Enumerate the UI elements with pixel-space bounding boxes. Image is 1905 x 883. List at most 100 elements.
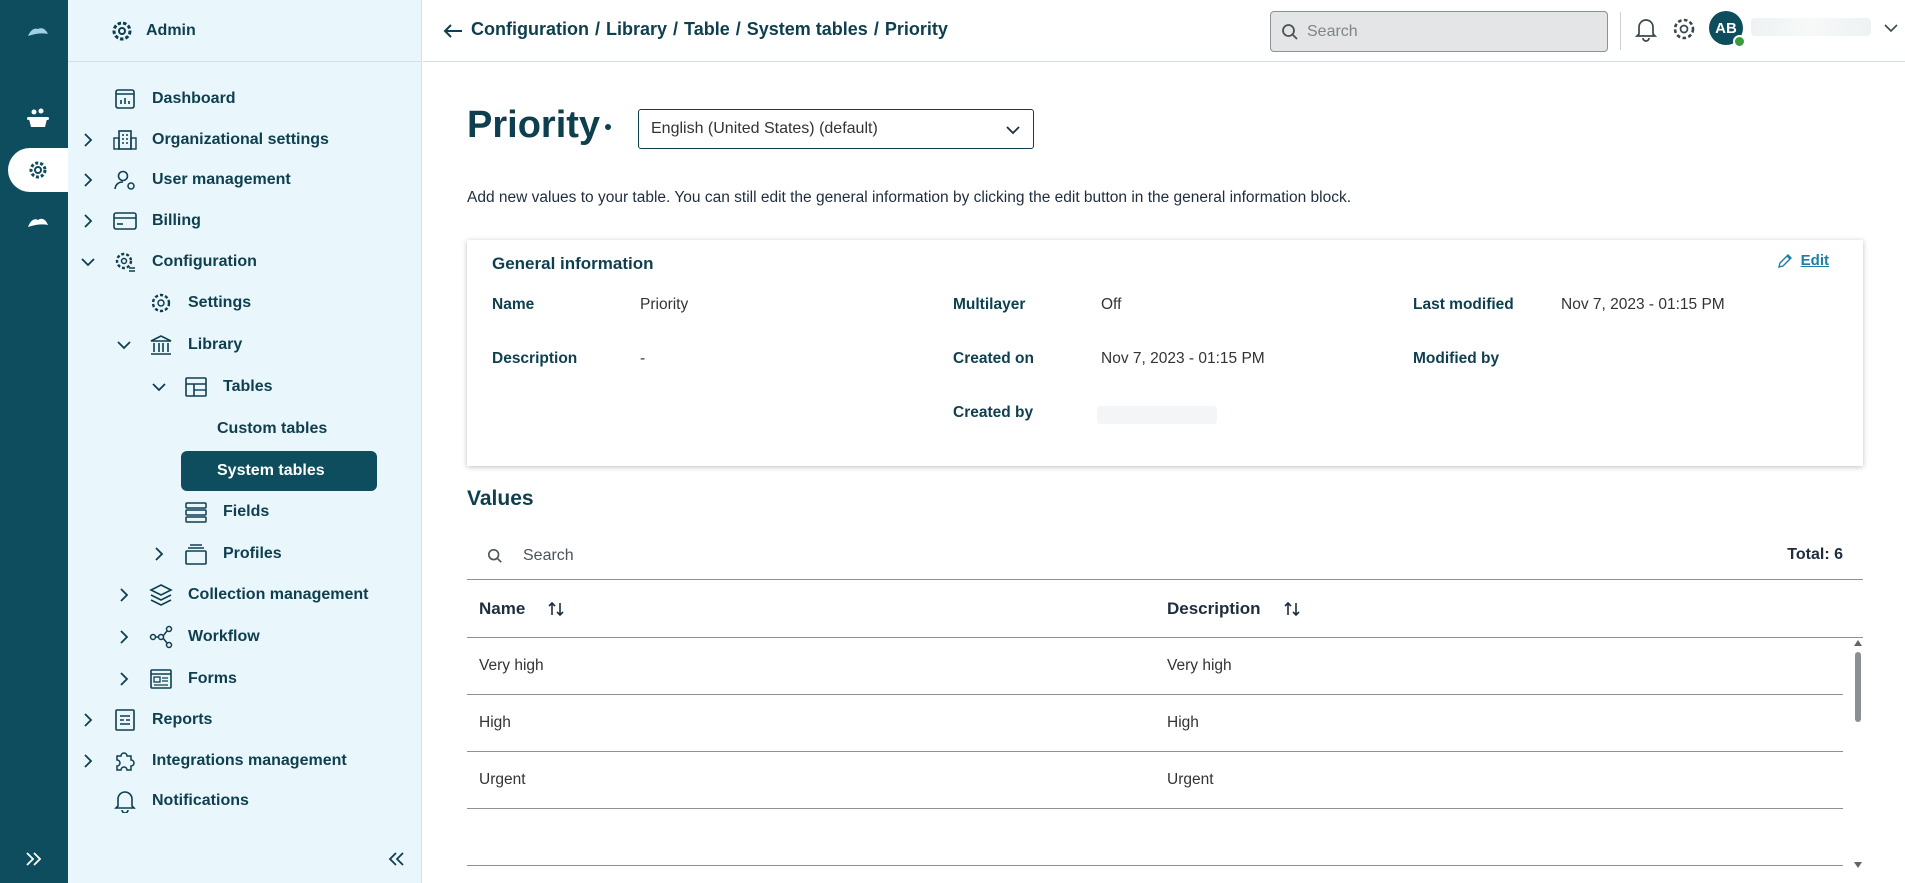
table-row[interactable]: High High [467, 695, 1843, 752]
reports-icon [112, 707, 138, 733]
modified-by-label: Modified by [1413, 350, 1500, 367]
global-search[interactable] [1270, 11, 1608, 52]
scroll-up-icon[interactable] [1854, 640, 1862, 646]
sidebar-item-workflow[interactable]: Workflow [114, 618, 260, 656]
sidebar-item-forms[interactable]: Forms [114, 660, 237, 698]
gear-icon [148, 290, 174, 316]
chevron-right-icon[interactable] [114, 627, 134, 647]
values-title: Values [467, 487, 534, 510]
values-table-body: Very high Very high High High Urgent Urg… [467, 638, 1843, 870]
sidebar-item-settings[interactable]: Settings [148, 284, 251, 322]
sidebar-title: Admin [146, 21, 196, 39]
name-value: Priority [640, 296, 689, 313]
breadcrumb-table[interactable]: Table [684, 19, 730, 40]
sidebar-item-library[interactable]: Library [114, 326, 242, 364]
settings-gear-icon[interactable] [1669, 14, 1699, 44]
table-row[interactable]: Very high Very high [467, 638, 1843, 695]
breadcrumb-library[interactable]: Library [606, 19, 667, 40]
cloud-icon[interactable] [8, 200, 68, 244]
chevron-right-icon[interactable] [78, 211, 98, 231]
row-name: Urgent [479, 771, 526, 788]
table-scrollbar[interactable] [1853, 638, 1863, 870]
app-rail [0, 0, 68, 883]
chevron-right-icon[interactable] [78, 130, 98, 150]
collapse-sidebar-icon[interactable] [385, 847, 409, 871]
library-icon [148, 332, 174, 358]
admin-gear-rail-icon[interactable] [8, 148, 68, 192]
sidebar-item-organizational-settings[interactable]: Organizational settings [78, 121, 329, 159]
notifications-bell-icon[interactable] [1631, 14, 1661, 44]
table-row[interactable]: Urgent Urgent [467, 752, 1843, 809]
values-search-input[interactable] [523, 546, 1123, 565]
avatar[interactable]: AB [1709, 11, 1746, 48]
divider [1620, 12, 1621, 50]
sidebar-item-fields[interactable]: Fields [183, 493, 269, 531]
sort-icon[interactable] [1281, 598, 1303, 620]
hands-icon[interactable] [8, 96, 68, 140]
table-row[interactable] [467, 809, 1843, 866]
row-description: Very high [1167, 657, 1232, 674]
multilayer-label: Multilayer [953, 296, 1026, 313]
language-select[interactable]: English (United States) (default) [638, 109, 1034, 149]
last-modified-label: Last modified [1413, 296, 1514, 313]
chevron-right-icon[interactable] [114, 669, 134, 689]
chevron-down-icon[interactable] [114, 335, 134, 355]
chevron-right-icon[interactable] [149, 544, 169, 564]
logo-icon[interactable] [8, 10, 68, 54]
sidebar-item-tables[interactable]: Tables [149, 368, 273, 406]
chevron-down-icon[interactable] [1881, 18, 1901, 38]
sidebar-item-dashboard[interactable]: Dashboard [78, 80, 236, 118]
column-description-header[interactable]: Description [1167, 598, 1303, 620]
layers-icon [148, 582, 174, 608]
language-select-value: English (United States) (default) [651, 120, 878, 137]
multilayer-value: Off [1101, 296, 1122, 313]
breadcrumb-configuration[interactable]: Configuration [471, 19, 589, 40]
workflow-icon [148, 624, 174, 650]
sidebar-item-configuration[interactable]: Configuration [78, 243, 257, 281]
sidebar-item-profiles[interactable]: Profiles [149, 535, 282, 573]
intro-text: Add new values to your table. You can st… [467, 189, 1352, 206]
created-by-label: Created by [953, 404, 1034, 421]
chevron-right-icon[interactable] [114, 585, 134, 605]
scroll-down-icon[interactable] [1854, 862, 1862, 868]
sidebar-item-integrations-management[interactable]: Integrations management [78, 742, 347, 780]
row-description: High [1167, 714, 1199, 731]
back-arrow-icon[interactable] [441, 19, 465, 43]
global-search-input[interactable] [1307, 22, 1587, 41]
sidebar-item-user-management[interactable]: User management [78, 161, 291, 199]
dashboard-icon [112, 86, 138, 112]
top-bar: Configuration / Library / Table / System ta… [423, 0, 1905, 62]
table-icon [183, 374, 209, 400]
sidebar-item-custom-tables[interactable]: Custom tables [217, 410, 327, 448]
created-by-value-redacted [1097, 406, 1217, 424]
row-name: Very high [479, 657, 544, 674]
chevron-right-icon[interactable] [78, 170, 98, 190]
user-name-redacted[interactable] [1751, 18, 1871, 36]
chevron-down-icon [1003, 120, 1023, 140]
admin-gear-icon [112, 21, 132, 40]
sort-icon[interactable] [545, 598, 567, 620]
chevron-right-icon[interactable] [78, 751, 98, 771]
sidebar-item-reports[interactable]: Reports [78, 701, 212, 739]
sidebar-item-collection-management[interactable]: Collection management [114, 576, 368, 614]
breadcrumb-system-tables[interactable]: System tables [747, 19, 868, 40]
sidebar-item-notifications[interactable]: Notifications [78, 782, 249, 820]
values-search[interactable]: Total: 6 [467, 532, 1863, 580]
card-icon [112, 208, 138, 234]
chevron-down-icon[interactable] [78, 252, 98, 272]
bell-icon [112, 788, 138, 814]
forms-icon [148, 666, 174, 692]
column-name-header[interactable]: Name [479, 598, 567, 620]
expand-icon[interactable] [22, 847, 46, 871]
sidebar-item-system-tables[interactable]: System tables [181, 451, 377, 491]
chevron-down-icon[interactable] [149, 377, 169, 397]
title-separator-dot [605, 124, 611, 130]
edit-button[interactable]: Edit [1777, 252, 1829, 269]
sidebar: Admin Dashboard Organizational settings … [68, 0, 422, 883]
sidebar-item-billing[interactable]: Billing [78, 202, 201, 240]
scroll-thumb[interactable] [1855, 652, 1861, 722]
values-total: Total: 6 [1787, 546, 1843, 563]
breadcrumb: Configuration / Library / Table / System ta… [471, 19, 948, 40]
search-icon [1282, 23, 1298, 40]
chevron-right-icon[interactable] [78, 710, 98, 730]
